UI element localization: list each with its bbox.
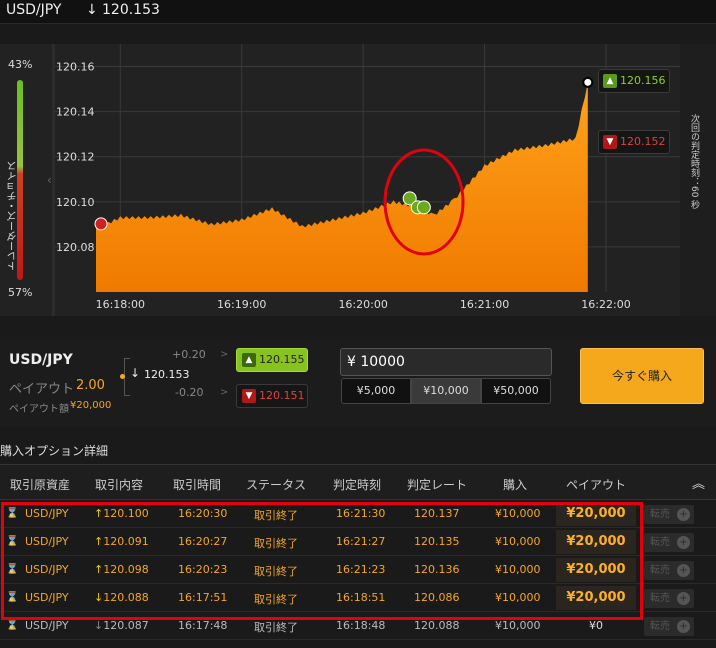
plus-icon: + xyxy=(677,592,690,605)
chart-panel: ‹ 120.08 120.10 120.12 120.14 120.16 16:18:00 1… xyxy=(0,44,716,316)
y-tick-label: 120.16 xyxy=(56,61,95,74)
cell-time: 16:17:48 xyxy=(178,619,228,632)
price-area xyxy=(96,82,588,292)
col-status: ステータス xyxy=(246,478,307,492)
header-rate: 120.153 xyxy=(102,2,160,18)
payout-amount-label: ペイアウト額 xyxy=(9,404,69,415)
payout-value: 2.00 xyxy=(76,378,105,393)
x-tick-label: 16:21:00 xyxy=(460,298,509,311)
trade-panel: USD/JPY ペイアウト 2.00 ペイアウト額 ¥20,000 +0.20 … xyxy=(0,340,716,426)
hourglass-icon: ⌛ xyxy=(6,620,19,631)
rate-dot xyxy=(120,374,125,379)
x-tick-label: 16:22:00 xyxy=(581,298,630,311)
preset-50000-button[interactable]: ¥50,000 xyxy=(481,378,551,404)
y-tick-label: 120.14 xyxy=(56,106,95,119)
cell-rate: ↓120.087 xyxy=(94,619,149,632)
payout-label: ペイアウト xyxy=(9,382,75,397)
y-tick-label: 120.08 xyxy=(56,241,95,254)
down-arrow-icon: ↓ xyxy=(94,619,104,632)
down-arrow-icon: ↓ xyxy=(86,2,98,18)
highlight-box xyxy=(1,502,643,620)
offset-plus: +0.20 xyxy=(172,348,206,361)
plus-icon: + xyxy=(677,564,690,577)
preset-5000-button[interactable]: ¥5,000 xyxy=(341,378,411,404)
down-arrow-icon: ↓ xyxy=(130,366,141,380)
cell-asset: USD/JPY xyxy=(25,619,69,632)
x-tick-label: 16:19:00 xyxy=(217,298,266,311)
chevron-right-icon: > xyxy=(220,349,229,360)
plus-icon: + xyxy=(677,536,690,549)
trade-pair: USD/JPY xyxy=(9,352,73,368)
resell-button[interactable]: 転売 + xyxy=(644,589,694,608)
col-amount: 購入 xyxy=(503,478,528,492)
current-rate: 120.153 xyxy=(144,368,190,381)
payout-amount: ¥20,000 xyxy=(70,400,112,411)
up-arrow-icon: ▲ xyxy=(242,353,256,367)
traders-choice-label: トレーダーズ・チョイス xyxy=(8,161,19,271)
col-expiry-rate: 判定レート xyxy=(407,478,468,492)
low-trade-marker xyxy=(94,217,108,231)
x-tick-label: 16:20:00 xyxy=(338,298,387,311)
preset-10000-button[interactable]: ¥10,000 xyxy=(411,378,481,404)
resell-button[interactable]: 転売 + xyxy=(644,533,694,552)
details-title: 購入オプション詳細 xyxy=(0,444,109,458)
down-arrow-icon: ▼ xyxy=(603,135,617,149)
header-pair: USD/JPY xyxy=(6,2,62,18)
resell-button[interactable]: 転売 + xyxy=(644,561,694,580)
table-header: 取引原資産 取引内容 取引時間 ステータス 判定時刻 判定レート 購入 ペイアウ… xyxy=(0,464,716,500)
collapse-icon[interactable]: ︽ xyxy=(692,473,705,492)
resell-button[interactable]: 転売 + xyxy=(644,505,694,524)
low-rate-box[interactable]: ▼ 120.152 xyxy=(598,130,670,154)
cell-expiry-rate: 120.088 xyxy=(414,619,460,632)
top-bar: USD/JPY ↓ 120.153 xyxy=(0,0,716,24)
chevron-left-icon: ‹ xyxy=(47,173,52,187)
cell-expiry: 16:18:48 xyxy=(336,619,386,632)
col-payout: ペイアウト xyxy=(566,478,627,492)
plus-icon: + xyxy=(677,508,690,521)
col-asset: 取引原資産 xyxy=(10,478,71,492)
offset-minus: -0.20 xyxy=(175,386,204,399)
chevron-right-icon: > xyxy=(220,387,229,398)
col-expiry: 判定時刻 xyxy=(333,478,382,492)
plus-icon: + xyxy=(677,620,690,633)
next-expiry-timer: 次回の判定時刻：60 秒 xyxy=(689,114,699,210)
amount-input[interactable] xyxy=(340,348,552,376)
up-arrow-icon: ▲ xyxy=(603,74,617,88)
high-button[interactable]: ▲ 120.155 xyxy=(236,348,308,372)
buy-now-button[interactable]: 今すぐ購入 xyxy=(580,348,704,404)
y-tick-label: 120.10 xyxy=(56,196,95,209)
resell-button[interactable]: 転売 + xyxy=(644,617,694,636)
side-divider xyxy=(52,44,55,316)
col-time: 取引時間 xyxy=(173,478,222,492)
down-arrow-icon: ▼ xyxy=(242,389,256,403)
current-price-point xyxy=(582,76,594,88)
cell-amount: ¥10,000 xyxy=(495,619,541,632)
y-tick-label: 120.12 xyxy=(56,151,95,164)
traders-choice-low-pct: 57% xyxy=(8,286,33,299)
traders-choice-high-pct: 43% xyxy=(8,58,33,71)
cell-status: 取引終了 xyxy=(254,621,298,634)
low-button[interactable]: ▼ 120.151 xyxy=(236,384,308,408)
col-type: 取引内容 xyxy=(95,478,144,492)
x-tick-label: 16:18:00 xyxy=(96,298,145,311)
high-rate-box[interactable]: ▲ 120.156 xyxy=(598,69,670,93)
high-trade-marker xyxy=(416,200,431,215)
